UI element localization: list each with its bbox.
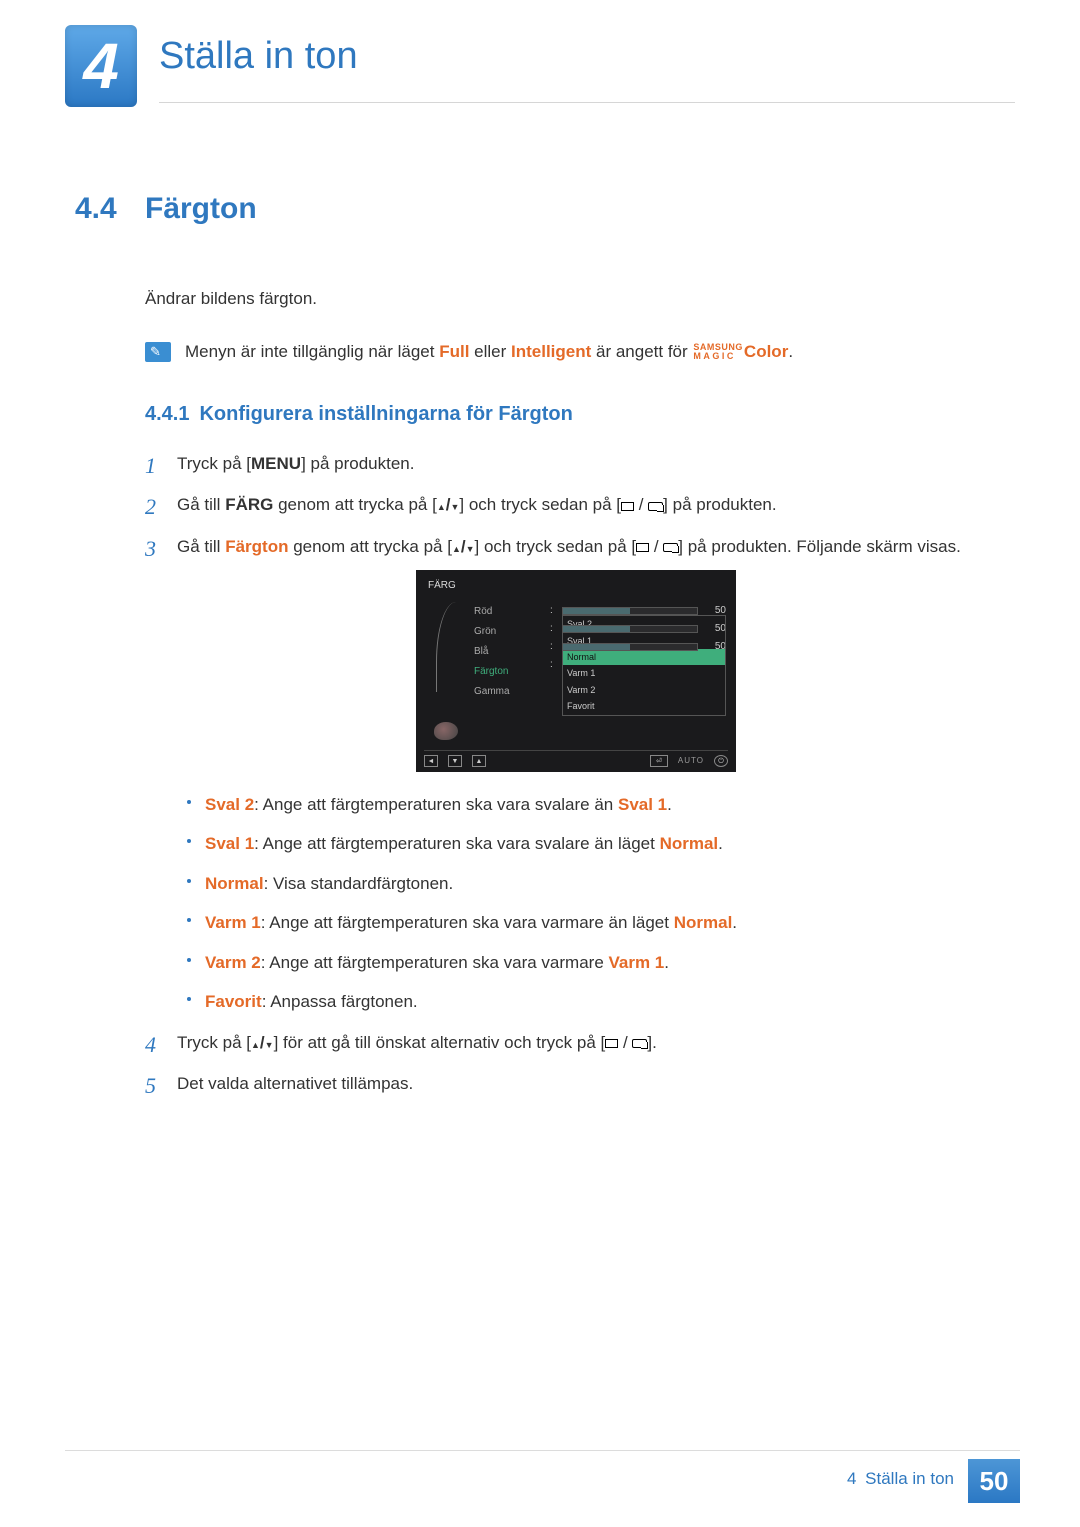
osd-auto-label: AUTO bbox=[678, 755, 704, 768]
enter-icon bbox=[663, 543, 678, 552]
bullet-sval1: Sval 1: Ange att färgtemperaturen ska va… bbox=[187, 831, 975, 857]
footer-rule bbox=[65, 1450, 1020, 1451]
osd-power-icon: ⏻ bbox=[714, 755, 728, 767]
chapter-title: Ställa in ton bbox=[159, 25, 1015, 103]
note: Menyn är inte tillgänglig när läget Full… bbox=[145, 340, 975, 364]
page-footer: 4 Ställa in ton 50 bbox=[847, 1459, 1020, 1503]
step-2: 2 Gå till FÄRG genom att trycka på [/] o… bbox=[145, 491, 975, 518]
subsection-heading: 4.4.1 Konfigurera inställningarna för Fär… bbox=[145, 403, 975, 426]
osd-curve-decoration bbox=[436, 602, 464, 692]
chapter-number-badge: 4 bbox=[65, 25, 137, 107]
osd-down-icon: ▼ bbox=[448, 755, 462, 767]
enter-icon bbox=[632, 1039, 647, 1048]
enter-icon bbox=[648, 502, 663, 511]
up-icon bbox=[452, 537, 461, 556]
note-text: Menyn är inte tillgänglig när läget Full… bbox=[185, 340, 793, 364]
bullet-favorit: Favorit: Anpassa färgtonen. bbox=[187, 989, 975, 1015]
subsection-number: 4.4.1 bbox=[145, 403, 189, 425]
option-bullets: Sval 2: Ange att färgtemperaturen ska va… bbox=[187, 792, 975, 1015]
step-1: 1 Tryck på [MENU] på produkten. bbox=[145, 450, 975, 477]
up-icon bbox=[437, 495, 446, 514]
page-header: 4 Ställa in ton bbox=[65, 25, 1015, 107]
steps-list: 1 Tryck på [MENU] på produkten. 2 Gå til… bbox=[145, 450, 975, 1097]
bullet-sval2: Sval 2: Ange att färgtemperaturen ska va… bbox=[187, 792, 975, 818]
osd-values: :50 :50 :50 : Sval 2 Sval 1 Normal Varm … bbox=[550, 602, 726, 740]
section-number: 4.4 bbox=[75, 192, 145, 226]
footer-chapter-number: 4 bbox=[847, 1469, 856, 1488]
down-icon bbox=[466, 537, 475, 556]
bullet-varm2: Varm 2: Ange att färgtemperaturen ska va… bbox=[187, 950, 975, 976]
palette-icon bbox=[434, 722, 458, 740]
step-3: 3 Gå till Färgton genom att trycka på [/… bbox=[145, 533, 975, 1015]
menu-key: MENU bbox=[251, 454, 301, 473]
section-title: Färgton bbox=[145, 192, 257, 225]
source-icon bbox=[636, 543, 649, 552]
osd-menu-labels: Röd Grön Blå Färgton Gamma bbox=[474, 602, 542, 740]
step-4: 4 Tryck på [/] för att gå till önskat al… bbox=[145, 1029, 975, 1056]
osd-up-icon: ▲ bbox=[472, 755, 486, 767]
source-icon bbox=[621, 502, 634, 511]
section-heading: 4.4Färgton bbox=[75, 192, 1015, 226]
osd-footer: ◄ ▼ ▲ ⏎ AUTO ⏻ bbox=[424, 750, 728, 772]
osd-left-icon: ◄ bbox=[424, 755, 438, 767]
osd-enter-icon: ⏎ bbox=[650, 755, 668, 767]
up-icon bbox=[251, 1033, 260, 1052]
bullet-normal: Normal: Visa standardfärgtonen. bbox=[187, 871, 975, 897]
osd-screenshot: FÄRG Röd Grön Blå Färgton Gamma bbox=[416, 570, 736, 772]
samsung-magic-logo: SAMSUNGMAGIC bbox=[693, 343, 743, 361]
note-icon bbox=[145, 342, 171, 362]
step-5: 5 Det valda alternativet tillämpas. bbox=[145, 1070, 975, 1097]
subsection-title: Konfigurera inställningarna för Färgton bbox=[199, 403, 572, 425]
osd-title: FÄRG bbox=[424, 576, 728, 596]
bullet-varm1: Varm 1: Ange att färgtemperaturen ska va… bbox=[187, 910, 975, 936]
source-icon bbox=[605, 1039, 618, 1048]
footer-chapter-title: Ställa in ton bbox=[865, 1469, 954, 1488]
down-icon bbox=[265, 1033, 274, 1052]
section-intro: Ändrar bildens färgton. bbox=[145, 286, 975, 312]
footer-page-number: 50 bbox=[968, 1459, 1020, 1503]
